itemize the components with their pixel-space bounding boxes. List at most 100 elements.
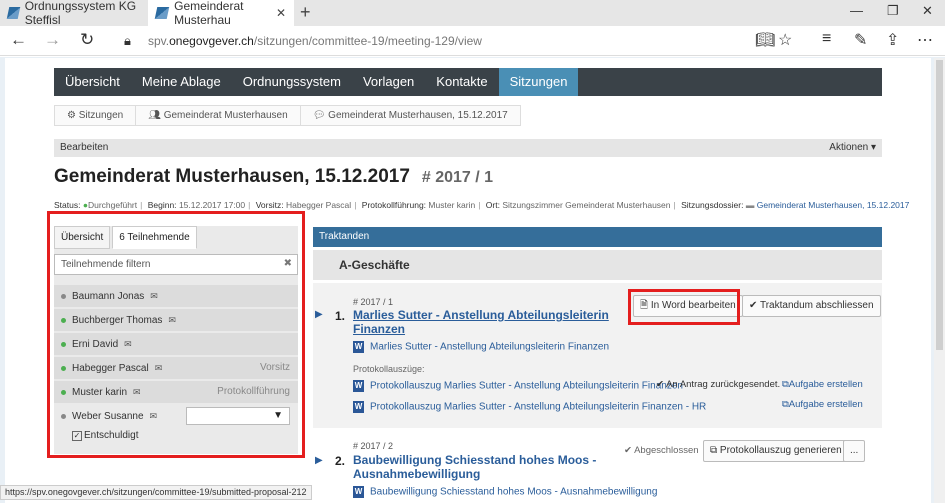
highlight-box-participants: [47, 211, 305, 458]
breadcrumb-label: Gemeinderat Musterhausen: [163, 109, 288, 121]
beginn-value: 15.12.2017 17:00: [178, 200, 246, 210]
breadcrumb-gremium[interactable]: 👥︎ Gemeinderat Musterhausen: [135, 104, 300, 126]
copy-icon: ⧉: [710, 445, 720, 456]
checkmark-icon: ✔: [656, 379, 667, 390]
onegov-favicon-icon: [6, 7, 20, 19]
task-label: Aufgabe erstellen: [788, 379, 863, 390]
share-icon[interactable]: ⇪: [886, 30, 899, 50]
doc-label: Protokollauszug Marlies Sutter - Anstell…: [370, 401, 707, 413]
meetings-icon: ⚙: [67, 109, 79, 121]
breadcrumb: ⚙ Sitzungen 👥︎ Gemeinderat Musterhausen …: [54, 104, 521, 126]
status-value: Durchgeführt: [87, 200, 138, 210]
meeting-number: # 2017 / 1: [421, 169, 494, 186]
item-ref: # 2017 / 1: [353, 297, 394, 307]
close-window-icon[interactable]: ✕: [922, 3, 933, 19]
scrollbar-thumb[interactable]: [936, 60, 943, 350]
protokoll-value: Muster karin: [428, 200, 476, 210]
speech-bubble-icon: 💬︎: [312, 109, 329, 121]
minimize-icon[interactable]: —: [850, 3, 863, 18]
nav-uebersicht[interactable]: Übersicht: [54, 68, 131, 96]
meeting-meta: Status: ●Durchgeführt | Beginn: 15.12.201…: [54, 200, 910, 210]
tab-label: Ordnungssystem KG Steffisl: [24, 0, 137, 27]
excerpt-link-2[interactable]: W Protokollauszug Marlies Sutter - Anstel…: [353, 401, 706, 413]
doc-label: Marlies Sutter - Anstellung Abteilungsle…: [370, 341, 610, 353]
edit-bar: Bearbeiten Aktionen ▾: [54, 139, 882, 157]
task-icon: ⧉: [782, 379, 789, 390]
url-field[interactable]: spv.onegovgever.ch/sitzungen/committee-1…: [148, 34, 482, 48]
scrollbar[interactable]: [934, 58, 945, 503]
item-title-link[interactable]: Marlies Sutter - Anstellung Abteilungsle…: [353, 308, 613, 336]
nav-kontakte[interactable]: Kontakte: [425, 68, 498, 96]
breadcrumb-sitzungen[interactable]: ⚙ Sitzungen: [54, 104, 136, 126]
traktanden-header: Traktanden: [313, 227, 882, 247]
close-tab-icon[interactable]: ✕: [276, 6, 286, 20]
checkmark-icon: ✔: [749, 300, 760, 311]
protokoll-label: Protokollführung:: [361, 200, 427, 210]
excerpt-link-1[interactable]: W Protokollauszug Marlies Sutter - Anstel…: [353, 380, 683, 392]
back-icon[interactable]: ←: [10, 30, 27, 50]
breadcrumb-label: Gemeinderat Musterhausen, 15.12.2017: [328, 109, 508, 121]
status-text: Abgeschlossen: [634, 445, 699, 456]
doc-label: Baubewilligung Schiesstand hohes Moos - …: [370, 486, 658, 498]
vorsitz-value: Habegger Pascal: [285, 200, 352, 210]
item-title-link[interactable]: Baubewilligung Schiesstand hohes Moos - …: [353, 453, 623, 481]
hub-icon[interactable]: ≡: [822, 30, 831, 48]
breadcrumb-sitzung[interactable]: 💬︎ Gemeinderat Musterhausen, 15.12.2017: [299, 104, 521, 126]
web-note-icon[interactable]: ✎: [854, 30, 867, 50]
create-task-link-2[interactable]: ⧉Aufgabe erstellen: [782, 399, 863, 410]
proposal-document-link[interactable]: W Marlies Sutter - Anstellung Abteilungsl…: [353, 341, 609, 353]
doc-label: Protokollauszug Marlies Sutter - Anstell…: [370, 380, 683, 392]
expand-triangle-icon[interactable]: ▶: [315, 455, 323, 466]
beginn-label: Beginn:: [147, 200, 177, 210]
item-ref: # 2017 / 2: [353, 441, 394, 451]
status-label: Status:: [54, 200, 81, 210]
expand-triangle-icon[interactable]: ▶: [315, 309, 323, 320]
close-item-button[interactable]: ✔ Traktandum abschliessen: [742, 295, 881, 317]
task-label: Aufgabe erstellen: [788, 399, 863, 410]
dossier-link[interactable]: Gemeinderat Musterhausen, 15.12.2017: [757, 200, 910, 210]
nav-sitzungen[interactable]: Sitzungen: [498, 68, 579, 96]
browser-tabbar: Ordnungssystem KG Steffisl Gemeinderat M…: [0, 0, 945, 27]
onegov-favicon-icon: [154, 7, 170, 19]
nav-ordnungssystem[interactable]: Ordnungssystem: [232, 68, 352, 96]
browser-tab-ordnungssystem[interactable]: Ordnungssystem KG Steffisl: [0, 0, 148, 27]
reading-view-icon[interactable]: 📖︎: [755, 30, 775, 50]
item-number: 2.: [335, 454, 346, 468]
address-bar: ← → ↻ 🔒︎ spv.onegovgever.ch/sitzungen/co…: [0, 26, 945, 56]
generate-excerpt-button[interactable]: ⧉ Protokollauszug generieren: [703, 440, 849, 462]
button-label: Protokollauszug generieren: [719, 445, 842, 456]
button-label: Traktandum abschliessen: [759, 300, 874, 311]
favorite-star-icon[interactable]: ☆: [778, 30, 792, 50]
proposal-document-link[interactable]: W Baubewilligung Schiesstand hohes Moos -…: [353, 486, 657, 498]
actions-menu[interactable]: Aktionen ▾: [829, 139, 876, 157]
highlight-box-word: [628, 289, 740, 325]
word-doc-icon: W: [353, 401, 364, 413]
lock-icon: 🔒︎: [124, 33, 131, 48]
nav-vorlagen[interactable]: Vorlagen: [352, 68, 425, 96]
status-text: An Antrag zurückgesendet.: [666, 379, 781, 390]
word-doc-icon: W: [353, 380, 364, 392]
meeting-title: Gemeinderat Musterhausen, 15.12.2017: [54, 166, 410, 187]
vorsitz-label: Vorsitz:: [255, 200, 284, 210]
nav-meine-ablage[interactable]: Meine Ablage: [131, 68, 232, 96]
edit-link[interactable]: Bearbeiten: [60, 142, 108, 153]
folder-icon: ▬: [745, 200, 755, 210]
dossier-label: Sitzungsdossier:: [681, 200, 744, 210]
checkmark-icon: ✔: [624, 445, 635, 456]
breadcrumb-label: Sitzungen: [78, 109, 124, 121]
excerpt-status: ✔ An Antrag zurückgesendet.: [656, 379, 780, 390]
more-icon[interactable]: ⋯: [917, 30, 933, 50]
page-title: Gemeinderat Musterhausen, 15.12.2017 # 20…: [54, 166, 493, 188]
group-icon: 👥︎: [148, 109, 164, 121]
browser-tab-gemeinderat[interactable]: Gemeinderat Musterhau ✕: [148, 0, 294, 27]
restore-icon[interactable]: ❐: [887, 3, 899, 19]
create-task-link-1[interactable]: ⧉Aufgabe erstellen: [782, 379, 863, 390]
closed-status: ✔ Abgeschlossen: [624, 445, 699, 456]
word-doc-icon: W: [353, 486, 364, 498]
refresh-icon[interactable]: ↻: [80, 30, 94, 50]
more-actions-button[interactable]: ...: [843, 440, 866, 462]
main-navigation: Übersicht Meine Ablage Ordnungssystem Vo…: [54, 68, 882, 96]
ort-label: Ort:: [485, 200, 500, 210]
forward-icon[interactable]: →: [44, 30, 61, 50]
new-tab-icon[interactable]: +: [300, 2, 311, 23]
